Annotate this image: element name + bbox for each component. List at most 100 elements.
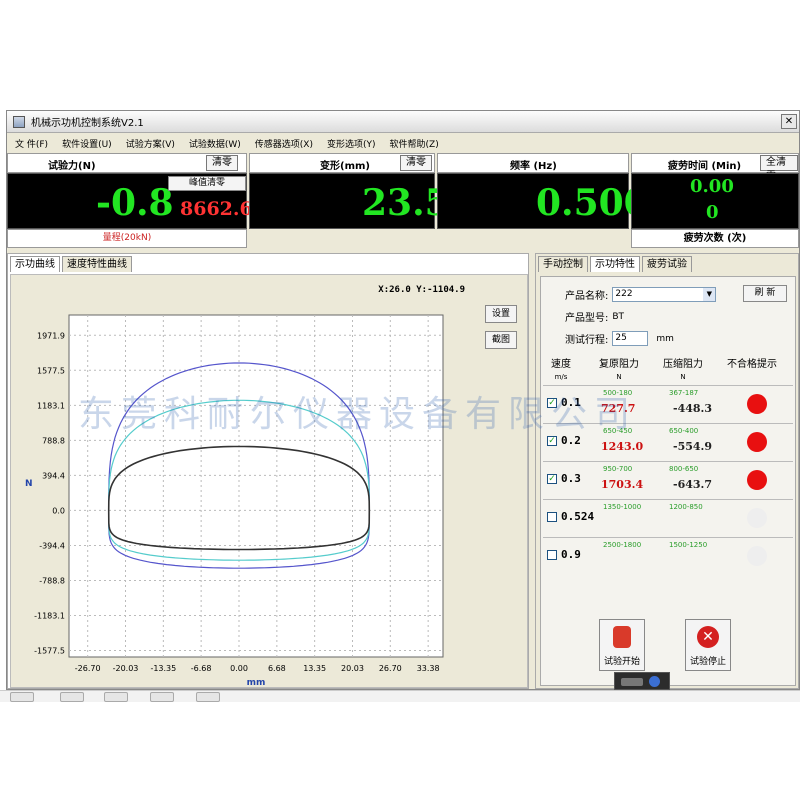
app-window: 机械示功机控制系统V2.1 ✕ 文 件(F) 软件设置(U) 试验方案(V) 试… — [6, 110, 800, 690]
product-name-select[interactable]: 222 ▼ — [612, 287, 717, 302]
close-icon[interactable]: ✕ — [781, 114, 797, 129]
speed-checkbox[interactable]: ✓ — [547, 474, 557, 484]
peak-clear-button[interactable]: 峰值清零 — [168, 176, 246, 191]
fail-indicator-led — [747, 394, 767, 414]
speed-checkbox[interactable] — [547, 550, 557, 560]
zero-all-button[interactable]: 全清零 — [760, 155, 798, 182]
fatigue-time-label: 疲劳时间 (Min) — [668, 161, 742, 172]
speed-value: 0.3 — [561, 472, 581, 485]
table-row: ✓ 0.2 650-450 650-400 1243.0 -554.9 — [543, 423, 793, 463]
menu-help[interactable]: 软件帮助(Z) — [390, 137, 439, 150]
peak-value: 8662.6 — [180, 198, 253, 220]
hand-icon — [613, 626, 631, 648]
compress-range: 800-650 — [669, 465, 699, 473]
taskbar-item-folder[interactable] — [10, 692, 34, 702]
force-range: 量程(20kN) — [7, 229, 247, 248]
x-tick-label: 20.03 — [341, 664, 364, 673]
rebound-range: 950-700 — [603, 465, 633, 473]
fail-indicator-led — [747, 546, 767, 566]
compress-measured: -554.9 — [673, 440, 713, 453]
table-row: ✓ 0.3 950-700 800-650 1703.4 -643.7 — [543, 461, 793, 501]
deform-label: 变形(mm) — [320, 161, 370, 172]
product-name-value: 222 — [615, 289, 633, 299]
tab-speed-curve[interactable]: 速度特性曲线 — [62, 256, 132, 272]
speed-checkbox[interactable] — [547, 512, 557, 522]
plot-area: X:26.0 Y:-1104.9 设置 截图 -26.70 -20.03 -13.3… — [10, 274, 528, 688]
y-axis-label: N — [25, 479, 33, 489]
menu-sensor-options[interactable]: 传感器选项(X) — [255, 137, 313, 150]
speed-value: 0.2 — [561, 434, 581, 447]
menu-test-plan[interactable]: 试验方案(V) — [126, 137, 175, 150]
x-axis-label: mm — [247, 678, 266, 687]
x-tick-label: -13.35 — [150, 664, 176, 673]
force-zero-button[interactable]: 清零 — [206, 155, 238, 171]
fail-indicator-led — [747, 470, 767, 490]
speed-checkbox[interactable]: ✓ — [547, 398, 557, 408]
taskbar-item-app[interactable] — [60, 692, 84, 702]
tray-toolbar-icon — [621, 678, 643, 686]
freq-display: 0.500 — [437, 173, 649, 229]
product-model-row: 产品型号: BT — [565, 309, 625, 325]
compress-measured: -448.3 — [673, 402, 713, 415]
deform-display: 23.5 — [249, 173, 450, 229]
stroke-unit: mm — [656, 333, 674, 344]
x-tick-label: -20.03 — [113, 664, 139, 673]
x-tick-label: -26.70 — [75, 664, 101, 673]
rebound-measured: 1243.0 — [601, 440, 644, 453]
force-label: 试验力(N) — [48, 161, 96, 172]
taskbar-item-window[interactable] — [150, 692, 174, 702]
table-row: 0.524 1350-1000 1200-850 — [543, 499, 793, 539]
tab-manual-control[interactable]: 手动控制 — [538, 256, 588, 272]
tab-work-characteristics[interactable]: 示功特性 — [590, 256, 640, 272]
rebound-range: 650-450 — [603, 427, 633, 435]
compress-range: 367-187 — [669, 389, 699, 397]
menu-file[interactable]: 文 件(F) — [15, 137, 48, 150]
x-tick-label: 6.68 — [268, 664, 286, 673]
y-tick-label: 1183.1 — [37, 401, 65, 410]
start-test-button[interactable]: 试验开始 — [599, 619, 645, 671]
menu-deform-options[interactable]: 变形选项(Y) — [327, 137, 376, 150]
product-model-value: BT — [612, 311, 625, 322]
y-tick-label: 0.0 — [52, 506, 65, 515]
col-fail: 不合格提示 — [727, 359, 777, 370]
speed-value: 0.9 — [561, 548, 581, 561]
x-tick-label: 13.35 — [303, 664, 326, 673]
fatigue-count-label: 疲劳次数 (次) — [631, 229, 799, 248]
refresh-button[interactable]: 刷 新 — [743, 285, 787, 302]
speed-value: 0.524 — [561, 510, 595, 523]
chevron-down-icon[interactable]: ▼ — [703, 288, 716, 301]
speed-checkbox[interactable]: ✓ — [547, 436, 557, 446]
fail-indicator-led — [747, 432, 767, 452]
stop-icon: ✕ — [697, 626, 719, 648]
taskbar-item-doc[interactable] — [104, 692, 128, 702]
x-tick-label: -6.68 — [191, 664, 212, 673]
window-title: 机械示功机控制系统V2.1 — [31, 118, 144, 129]
tab-work-curve[interactable]: 示功曲线 — [10, 256, 60, 272]
plot-settings-button[interactable]: 设置 — [485, 305, 517, 323]
rebound-range: 2500-1800 — [603, 541, 642, 549]
col-compress: 压缩阻力 N — [663, 359, 703, 381]
compress-range: 1500-1250 — [669, 541, 708, 549]
menu-software-settings[interactable]: 软件设置(U) — [62, 137, 112, 150]
stop-test-button[interactable]: ✕ 试验停止 — [685, 619, 731, 671]
plot-screenshot-button[interactable]: 截图 — [485, 331, 517, 349]
rebound-measured: 727.7 — [601, 402, 636, 415]
title-bar: 机械示功机控制系统V2.1 ✕ — [7, 111, 799, 133]
work-curve-chart[interactable]: -26.70 -20.03 -13.35 -6.68 0.00 6.68 13.35 20.0… — [11, 297, 461, 687]
deform-zero-button[interactable]: 清零 — [400, 155, 432, 171]
stroke-row: 测试行程: 25 mm — [565, 331, 674, 346]
fatigue-display: 0.00 0 — [631, 173, 799, 229]
x-tick-label: 26.70 — [379, 664, 402, 673]
stroke-input[interactable]: 25 — [612, 331, 649, 346]
product-name-row: 产品名称: 222 ▼ — [565, 287, 717, 302]
y-tick-label: -1183.1 — [34, 612, 65, 621]
help-icon[interactable] — [649, 676, 660, 687]
speed-value: 0.1 — [561, 396, 581, 409]
tray-widget[interactable] — [614, 672, 670, 690]
menu-test-data[interactable]: 试验数据(W) — [189, 137, 241, 150]
y-tick-label: -1577.5 — [34, 647, 65, 656]
col-rebound: 复原阻力 N — [599, 359, 639, 381]
tab-fatigue-test[interactable]: 疲劳试验 — [642, 256, 692, 272]
col-speed: 速度 m/s — [551, 359, 571, 381]
taskbar-item-tool[interactable] — [196, 692, 220, 702]
